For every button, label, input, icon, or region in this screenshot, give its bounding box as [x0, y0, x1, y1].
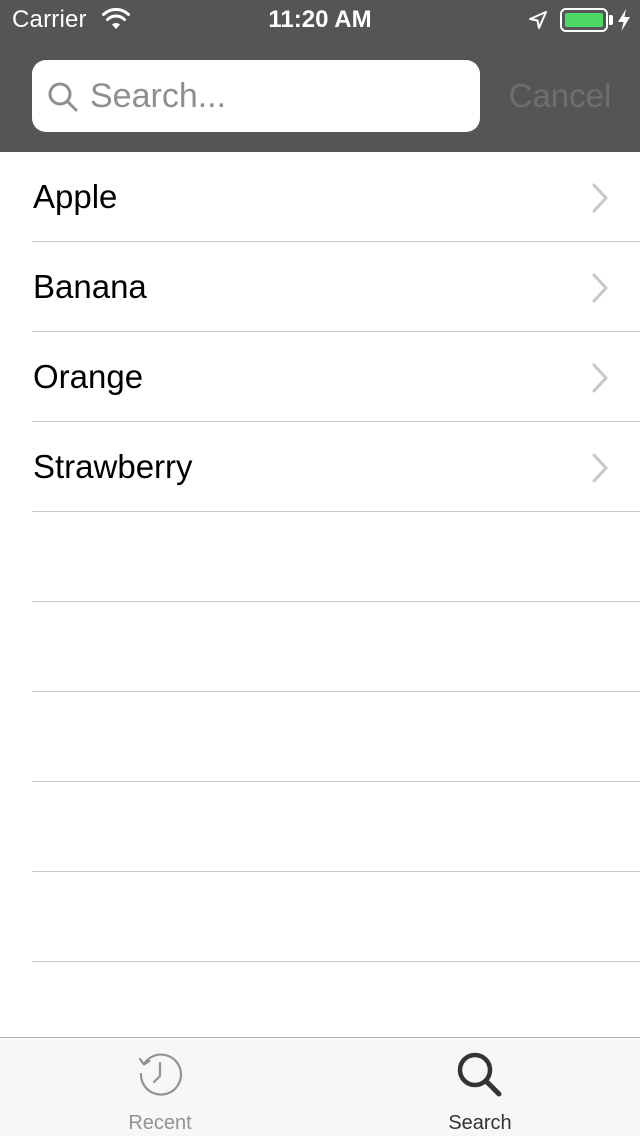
empty-row [0, 782, 640, 872]
list-item-label: Orange [33, 358, 144, 395]
list-item-strawberry[interactable]: Strawberry [0, 422, 640, 512]
list-item-orange[interactable]: Orange [0, 332, 640, 422]
battery-level [565, 13, 603, 27]
tab-bar: Recent Search [0, 1037, 640, 1136]
list-item-apple[interactable]: Apple [0, 152, 640, 242]
location-icon [529, 11, 547, 29]
search-icon [48, 82, 78, 112]
search-field[interactable] [32, 60, 480, 132]
list-item-label: Banana [33, 268, 147, 305]
fruit-list: Apple Banana Orange Strawberry [0, 152, 640, 1052]
chevron-right-icon [592, 183, 608, 213]
empty-row [0, 512, 640, 602]
tab-label: Search [448, 1112, 512, 1134]
battery-cap [609, 15, 613, 25]
list-item-label: Apple [33, 178, 118, 215]
chevron-right-icon [592, 273, 608, 303]
list-item-label: Strawberry [33, 448, 193, 485]
search-icon [457, 1052, 502, 1097]
search-header: Carrier 11:20 AM C [0, 0, 640, 152]
search-input[interactable] [90, 60, 470, 132]
charging-icon [618, 9, 630, 31]
empty-row [0, 872, 640, 962]
tab-search[interactable]: Search [320, 1038, 640, 1136]
list-item-banana[interactable]: Banana [0, 242, 640, 332]
tab-label: Recent [128, 1112, 192, 1134]
cancel-button[interactable]: Cancel [490, 60, 630, 132]
empty-row [0, 692, 640, 782]
chevron-right-icon [592, 453, 608, 483]
status-bar: Carrier 11:20 AM [0, 0, 640, 40]
battery-icon [560, 8, 608, 32]
empty-row [0, 602, 640, 692]
app-screen: Carrier 11:20 AM C [0, 0, 640, 1136]
recent-clock-icon [138, 1053, 183, 1096]
chevron-right-icon [592, 363, 608, 393]
tab-recent[interactable]: Recent [0, 1038, 320, 1136]
